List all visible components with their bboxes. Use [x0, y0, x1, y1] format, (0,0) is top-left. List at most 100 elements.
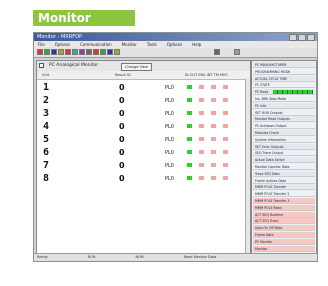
sidebar-item[interactable]: PC MANUFACTURER — [253, 62, 315, 68]
row-type: PL0 — [165, 137, 174, 143]
sidebar-item[interactable]: ACTUAL CYCLE TIME — [253, 75, 315, 82]
sidebar-item[interactable]: PROGRAMMING MODE — [253, 69, 315, 75]
status-text: Ready — [37, 255, 48, 259]
minimize-button[interactable] — [289, 34, 297, 41]
menu-item[interactable]: File — [38, 41, 45, 48]
sidebar-item[interactable]: MMM POLE Transfer 3 — [253, 198, 315, 204]
sidebar-item[interactable]: Auto On Off Data — [253, 225, 315, 232]
sidebar-item[interactable]: SET RUN Outputs — [253, 110, 315, 116]
row-type: PL0 — [165, 85, 174, 91]
sidebar-item[interactable]: System Information — [253, 137, 315, 143]
column-header: Unit Result ID IN OUT ENA INT TM MHC — [37, 71, 250, 80]
col-result: Result ID — [115, 73, 131, 77]
toolbar-button[interactable] — [58, 49, 64, 55]
table-row[interactable]: 2 0 PL0 — [37, 94, 250, 107]
row-number: 1 — [43, 82, 50, 93]
toolbar-button[interactable] — [65, 49, 71, 55]
sidebar-item[interactable]: Monitor Read Outputs — [253, 116, 315, 123]
toolbar-button[interactable] — [234, 49, 240, 55]
row-type: PL0 — [165, 124, 174, 130]
table-row[interactable]: 1 0 PL0 — [37, 81, 250, 94]
sidebar-item[interactable]: PC STATE — [253, 82, 315, 89]
change-view-button[interactable]: Change View — [121, 63, 152, 71]
sidebar-item[interactable]: Ins. BRK Step Mode — [253, 96, 315, 102]
toolbar-button[interactable] — [37, 49, 43, 55]
row-type: PL0 — [165, 111, 174, 117]
sidebar-item[interactable]: MMM POLE Transfer 2 — [253, 191, 315, 198]
sidebar-item[interactable]: Actual Data Active — [253, 157, 315, 164]
toolbar-button[interactable] — [72, 49, 78, 55]
toolbar-button[interactable] — [44, 49, 50, 55]
sidebar-item[interactable]: Frame Actives Data — [253, 178, 315, 184]
status-indicator-icon — [199, 137, 204, 141]
row-value: 0 — [119, 161, 125, 170]
toolbar — [34, 48, 317, 58]
row-number: 6 — [43, 147, 50, 158]
sidebar-item[interactable]: PC Ackdown Output — [253, 123, 315, 130]
sidebar-item[interactable]: SET Error Outputs — [253, 143, 315, 150]
toolbar-button[interactable] — [93, 49, 99, 55]
status-indicator-icon — [223, 137, 228, 141]
menu-item[interactable]: Tools — [147, 41, 157, 48]
table-row[interactable]: 5 0 PL0 — [37, 133, 250, 146]
menu-item[interactable]: Options — [167, 41, 182, 48]
row-type: PL0 — [165, 176, 174, 182]
status-indicator-icon — [199, 163, 204, 167]
row-value: 0 — [119, 83, 125, 92]
sidebar-item[interactable]: Modules Check — [253, 130, 315, 136]
monitor-title-badge: Monitor — [33, 10, 135, 26]
menu-item[interactable]: Monitor — [122, 41, 137, 48]
toolbar-button[interactable] — [214, 49, 220, 55]
status-indicator-icon — [223, 111, 228, 115]
status-indicator-icon — [211, 124, 216, 128]
row-number: 7 — [43, 160, 50, 171]
monitor-panel: PC Analogical Monitor Change View Unit R… — [36, 60, 251, 256]
toolbar-button[interactable] — [86, 49, 92, 55]
col-unit: Unit — [42, 73, 50, 77]
status-sidebar: PC MANUFACTURER PROGRAMMING MODE ACTUAL CY… — [251, 60, 317, 256]
sidebar-item[interactable]: Monitor — [253, 245, 315, 252]
table-row[interactable]: 7 0 PL0 — [37, 159, 250, 172]
menu-item[interactable]: Help — [192, 41, 201, 48]
menu-bar: File Options Communication Monitor Tools Opti… — [34, 41, 317, 48]
sidebar-item[interactable]: PC Info — [253, 102, 315, 109]
row-value: 0 — [119, 148, 125, 157]
table-row[interactable]: 3 0 PL0 — [37, 107, 250, 120]
table-row[interactable]: 4 0 PL0 — [37, 120, 250, 133]
menu-item[interactable]: Communication — [80, 41, 112, 48]
close-button[interactable] — [307, 34, 315, 41]
status-indicator-icon — [211, 163, 216, 167]
table-row[interactable]: 6 0 PL0 — [37, 146, 250, 159]
toolbar-button[interactable] — [107, 49, 113, 55]
sidebar-item[interactable]: SEQ Trace Output — [253, 150, 315, 157]
toolbar-button[interactable] — [79, 49, 85, 55]
status-text: RUN — [87, 255, 96, 259]
status-indicator-icon — [187, 163, 192, 167]
status-indicator-icon — [187, 98, 192, 102]
toolbar-button[interactable] — [51, 49, 57, 55]
status-indicator-icon — [187, 124, 192, 128]
sidebar-item[interactable]: PC Read — [253, 89, 315, 96]
status-indicator-icon — [187, 85, 192, 89]
maximize-button[interactable] — [298, 34, 306, 41]
row-value: 0 — [119, 109, 125, 118]
row-number: 8 — [43, 173, 50, 184]
vertical-scrollbar[interactable] — [245, 79, 250, 255]
sidebar-item[interactable]: MMM POLE Transfer — [253, 184, 315, 191]
sidebar-item[interactable]: Frame Data — [253, 232, 315, 238]
status-indicator-icon — [211, 98, 216, 102]
sidebar-item[interactable]: MMM POLE Read — [253, 204, 315, 211]
menu-item[interactable]: Options — [55, 41, 70, 48]
sidebar-item[interactable]: ACT SEQ Runtime — [253, 211, 315, 218]
sidebar-item[interactable]: Trace SEQ Data — [253, 170, 315, 177]
status-indicator-icon — [223, 163, 228, 167]
toolbar-button[interactable] — [100, 49, 106, 55]
sidebar-item[interactable]: ACT SEQ Trace — [253, 218, 315, 225]
sidebar-item[interactable]: Monitor Counter Data — [253, 164, 315, 170]
sidebar-item[interactable]: PC Monitor — [253, 238, 315, 245]
status-indicator-icon — [211, 85, 216, 89]
status-indicator-icon — [199, 85, 204, 89]
table-row[interactable]: 8 0 PL0 — [37, 172, 250, 185]
toolbar-button[interactable] — [114, 49, 120, 55]
status-indicator-icon — [211, 150, 216, 154]
